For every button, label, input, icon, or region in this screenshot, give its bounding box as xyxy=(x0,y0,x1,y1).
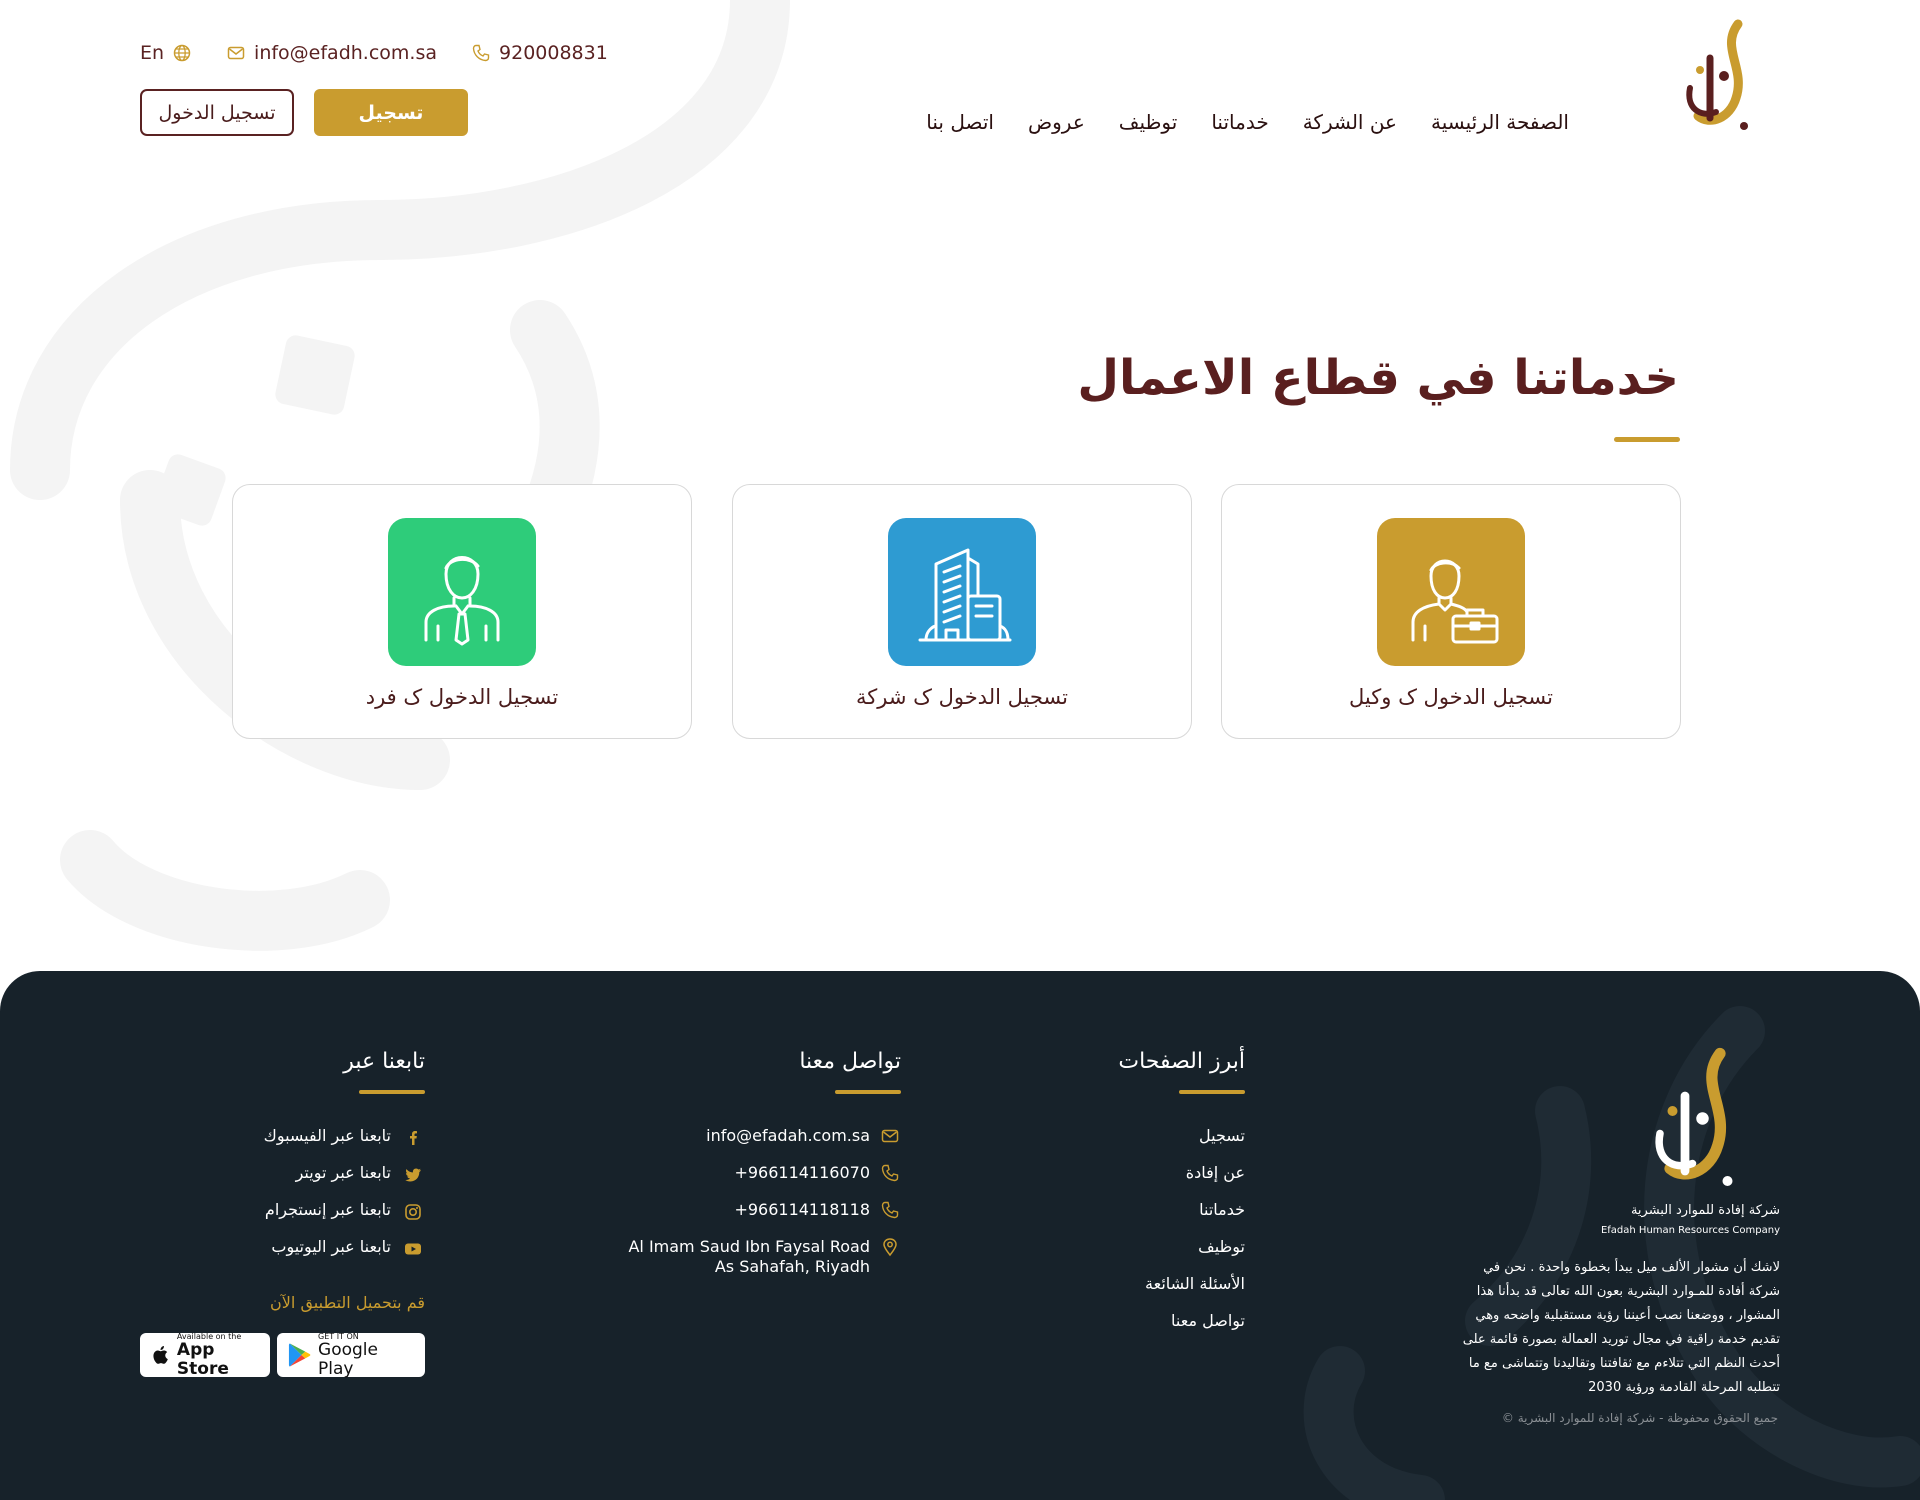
google-play-icon xyxy=(288,1343,311,1367)
auth-buttons: تسجيل الدخول تسجيل xyxy=(140,89,468,136)
mail-icon xyxy=(227,46,245,60)
footer-phone2-icon xyxy=(881,1201,899,1219)
footer-pages-underline xyxy=(1179,1090,1245,1094)
service-card-company[interactable]: تسجيل الدخول ک شركة xyxy=(732,484,1192,739)
footer-social-youtube[interactable]: تابعنا عبر اليوتيوب xyxy=(271,1237,391,1256)
main-nav: الصفحة الرئيسية عن الشركة خدماتنا توظيف … xyxy=(926,110,1569,134)
header-phone[interactable]: 920008831 xyxy=(471,42,608,64)
nav-about[interactable]: عن الشركة xyxy=(1303,110,1397,134)
header-email[interactable]: info@efadh.com.sa xyxy=(226,42,437,64)
footer-contact-title: تواصل معنا xyxy=(799,1049,901,1074)
app-download-label: قم بتحميل التطبيق الآن xyxy=(270,1293,425,1312)
footer-phone-icon xyxy=(881,1164,899,1182)
header-phone-text[interactable]: 920008831 xyxy=(499,42,608,64)
footer-company-name-ar: شركة إفادة للموارد البشرية xyxy=(1630,1203,1780,1218)
footer-address-line1: Al Imam Saud Ibn Faysal Road xyxy=(628,1237,870,1256)
footer-follow-underline xyxy=(359,1090,425,1094)
section-title: خدماتنا في قطاع الاعمال xyxy=(1077,350,1679,406)
footer-link-faq[interactable]: الأسئلة الشائعة xyxy=(1145,1274,1245,1293)
footer-mail-icon xyxy=(881,1129,899,1143)
footer-company-name-en: Efadah Human Resources Company xyxy=(1600,1225,1780,1236)
footer-contact-email[interactable]: info@efadah.com.sa xyxy=(706,1126,870,1145)
footer: شركة إفادة للموارد البشرية Efadah Human … xyxy=(0,971,1920,1500)
service-card-individual-label: تسجيل الدخول ک فرد xyxy=(365,685,559,709)
footer-copyright: جميع الحقوق محفوظة - شركة إفادة للموارد … xyxy=(1501,1411,1778,1425)
footer-contact-underline xyxy=(835,1090,901,1094)
company-building-icon xyxy=(888,518,1036,666)
footer-about-text: لاشك أن مشوار الألف ميل يبدأ بخطوة واحدة… xyxy=(1462,1260,1780,1395)
service-card-agent-label: تسجيل الدخول ک وكيل xyxy=(1349,685,1553,709)
language-switch[interactable]: En xyxy=(140,42,192,64)
footer-pages-title: أبرز الصفحات xyxy=(1118,1049,1245,1074)
register-button[interactable]: تسجيل xyxy=(314,89,468,136)
service-card-company-label: تسجيل الدخول ک شركة xyxy=(856,685,1068,709)
language-label[interactable]: En xyxy=(140,42,164,64)
footer-link-contact[interactable]: تواصل معنا xyxy=(1171,1311,1245,1330)
footer-link-register[interactable]: تسجيل xyxy=(1199,1126,1245,1145)
agent-briefcase-icon xyxy=(1377,518,1525,666)
footer-logo[interactable] xyxy=(1645,1046,1750,1196)
nav-home[interactable]: الصفحة الرئيسية xyxy=(1431,110,1569,134)
youtube-icon[interactable] xyxy=(403,1239,423,1259)
nav-jobs[interactable]: توظيف xyxy=(1119,110,1178,134)
location-pin-icon xyxy=(883,1238,897,1257)
app-store-big-text: App Store xyxy=(176,1339,229,1379)
instagram-icon[interactable] xyxy=(403,1202,423,1222)
apple-icon xyxy=(153,1346,168,1364)
nav-offers[interactable]: عروض xyxy=(1028,110,1085,134)
footer-social-twitter[interactable]: تابعنا عبر تويتر xyxy=(296,1163,391,1182)
nav-contact[interactable]: اتصل بنا xyxy=(926,110,994,134)
title-underline xyxy=(1614,437,1680,442)
footer-contact-phone1[interactable]: +966114116070 xyxy=(734,1163,870,1182)
google-play-big-text: Google Play xyxy=(318,1339,378,1379)
top-contact-bar: En info@efadh.com.sa 920008831 xyxy=(140,40,608,66)
header-email-text[interactable]: info@efadh.com.sa xyxy=(254,42,437,64)
efadah-logo[interactable] xyxy=(1680,18,1760,138)
footer-social-instagram[interactable]: تابعنا عبر إنستجرام xyxy=(265,1200,391,1219)
app-store-badge[interactable]: Available on the App Store xyxy=(140,1332,270,1379)
twitter-icon[interactable] xyxy=(403,1165,423,1185)
nav-services[interactable]: خدماتنا xyxy=(1211,110,1268,134)
footer-social-facebook[interactable]: تابعنا عبر الفيسبوك xyxy=(264,1126,391,1145)
footer-address-line2: As Sahafah, Riyadh xyxy=(714,1257,870,1276)
globe-icon xyxy=(173,44,191,62)
footer-follow-title: تابعنا عبر xyxy=(343,1049,425,1074)
phone-icon xyxy=(472,44,490,62)
login-button[interactable]: تسجيل الدخول xyxy=(140,89,294,136)
individual-person-icon xyxy=(388,518,536,666)
facebook-icon[interactable] xyxy=(403,1128,423,1148)
service-card-individual[interactable]: تسجيل الدخول ک فرد xyxy=(232,484,692,739)
google-play-badge[interactable]: GET IT ON Google Play xyxy=(277,1332,425,1379)
footer-link-jobs[interactable]: توظيف xyxy=(1198,1237,1245,1256)
footer-link-services[interactable]: خدماتنا xyxy=(1199,1200,1245,1219)
footer-contact-phone2[interactable]: +966114118118 xyxy=(734,1200,870,1219)
footer-link-about[interactable]: عن إفادة xyxy=(1186,1163,1245,1182)
service-card-agent[interactable]: تسجيل الدخول ک وكيل xyxy=(1221,484,1681,739)
